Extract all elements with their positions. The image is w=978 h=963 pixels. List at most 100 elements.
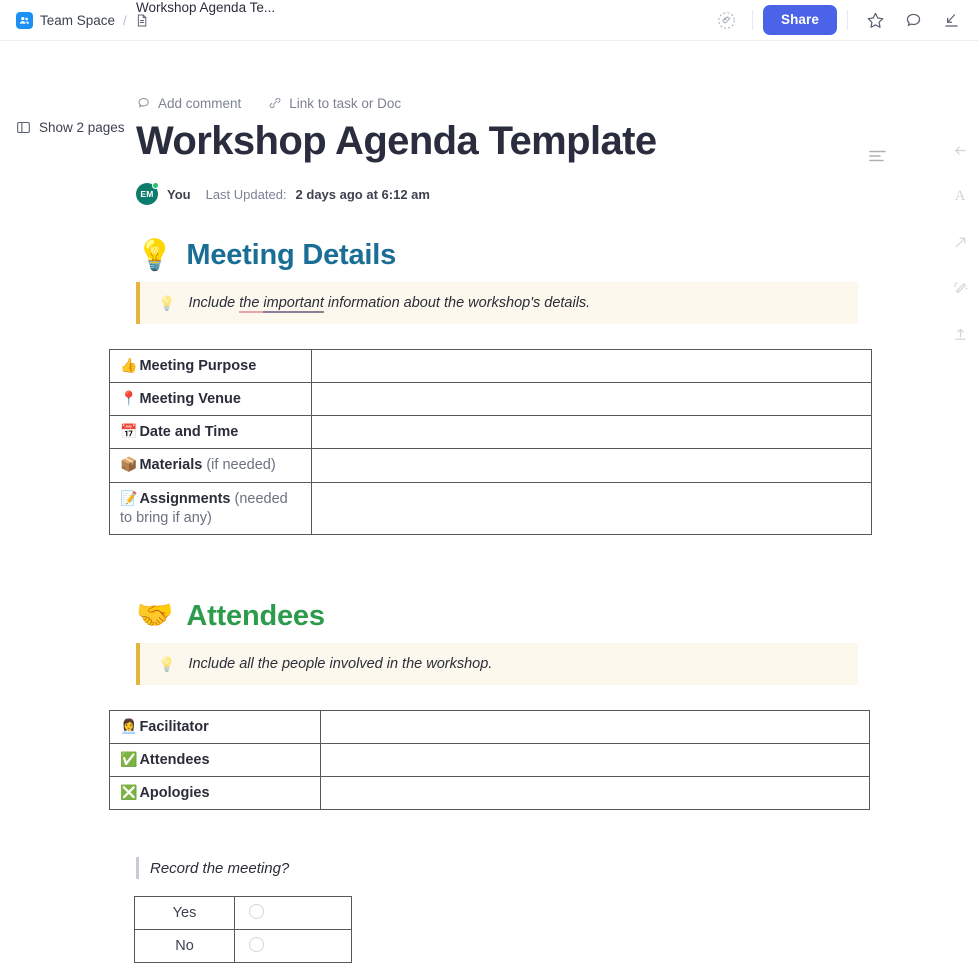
row-key-cell[interactable]: 📍 Meeting Venue xyxy=(109,382,312,417)
row-label: Assignments xyxy=(139,490,231,507)
record-question-label: Record the meeting? xyxy=(150,859,290,877)
row-value-cell[interactable] xyxy=(320,775,870,811)
row-key-cell[interactable]: 👩‍💼 Facilitator xyxy=(109,709,321,744)
add-comment-button[interactable]: Add comment xyxy=(136,96,241,111)
font-size-icon[interactable]: A xyxy=(950,186,970,206)
callout-text-after: information about the workshop's details… xyxy=(323,295,591,311)
radio-button-yes[interactable] xyxy=(249,903,264,919)
document-actions: Add comment Link to task or Doc xyxy=(136,93,876,113)
magic-wand-icon[interactable] xyxy=(950,278,970,298)
row-key-cell[interactable]: 👍 Meeting Purpose xyxy=(109,348,312,384)
section-attendees: 🤝 Attendees 💡 Include all the people inv… xyxy=(109,600,876,811)
row-key-cell[interactable]: ✅ Attendees xyxy=(109,742,321,778)
section-title: Meeting Details xyxy=(186,239,397,271)
callout-underline-pink: the xyxy=(239,295,264,313)
callout-text: Include all the people involved in the w… xyxy=(188,655,493,672)
row-key-cell[interactable]: 📅 Date and Time xyxy=(109,415,312,450)
row-value-cell[interactable] xyxy=(320,742,870,778)
team-space-icon xyxy=(16,11,33,29)
row-value-cell[interactable] xyxy=(311,481,872,535)
table-row[interactable]: ✅ Attendees xyxy=(109,742,870,778)
section-title: Attendees xyxy=(186,599,325,632)
breadcrumb-separator: / xyxy=(123,12,127,28)
right-rail: A xyxy=(942,140,978,344)
quote-bar xyxy=(136,857,139,880)
row-label: Meeting Venue xyxy=(139,391,241,408)
presence-dot xyxy=(152,182,159,189)
comment-bubble-icon[interactable] xyxy=(898,5,928,35)
row-value-cell[interactable] xyxy=(311,348,872,384)
row-label: Apologies xyxy=(139,785,210,801)
callout-attendees: 💡 Include all the people involved in the… xyxy=(136,642,858,685)
light-bulb-emoji: 💡 xyxy=(136,238,174,272)
row-value-cell[interactable] xyxy=(311,448,872,483)
package-emoji: 📦 xyxy=(120,456,138,473)
calendar-emoji: 📅 xyxy=(120,423,138,440)
light-bulb-emoji: 💡 xyxy=(158,655,176,672)
author-label: You xyxy=(167,186,191,202)
table-row[interactable]: ❎ Apologies xyxy=(109,775,870,811)
table-row[interactable]: Yes xyxy=(134,896,352,931)
row-value-cell[interactable] xyxy=(311,382,872,417)
section-heading: 🤝 Attendees xyxy=(136,600,876,633)
row-value-cell[interactable] xyxy=(311,415,872,450)
row-value-cell[interactable] xyxy=(320,709,870,744)
meeting-details-table: 👍 Meeting Purpose 📍 Meeting Venue 📅 Date an… xyxy=(109,348,872,535)
row-label: Attendees xyxy=(139,751,210,768)
section-heading: 💡 Meeting Details xyxy=(136,239,876,272)
table-row[interactable]: 👩‍💼 Facilitator xyxy=(109,709,870,744)
page-title[interactable]: Workshop Agenda Template xyxy=(136,118,876,164)
cross-mark-button-emoji: ❎ xyxy=(120,784,138,800)
record-options-table: Yes No xyxy=(134,896,352,963)
callout-text-before: Include xyxy=(188,295,240,311)
row-key-cell[interactable]: ❎ Apologies xyxy=(109,775,321,811)
option-radio-cell-yes[interactable] xyxy=(234,896,352,931)
option-label-no: No xyxy=(134,929,235,963)
collapse-down-right-icon[interactable] xyxy=(936,5,966,35)
row-label: Date and Time xyxy=(139,424,239,441)
table-row[interactable]: 📦 Materials (if needed) xyxy=(109,448,872,483)
callout-text: Include the important information about … xyxy=(188,295,591,313)
arrow-left-icon[interactable] xyxy=(950,140,970,160)
expand-arrow-icon[interactable] xyxy=(950,232,970,252)
row-label: Materials xyxy=(139,457,203,474)
callout-underline-purple: important xyxy=(263,295,324,313)
link-to-task-button[interactable]: Link to task or Doc xyxy=(267,96,401,111)
radio-button-no[interactable] xyxy=(249,936,264,952)
table-row[interactable]: No xyxy=(134,929,352,963)
table-row[interactable]: 📅 Date and Time xyxy=(109,415,872,450)
option-label-yes: Yes xyxy=(134,896,235,931)
section-meeting-details: 💡 Meeting Details 💡 Include the importan… xyxy=(109,239,876,535)
row-label: Meeting Purpose xyxy=(139,358,257,374)
comment-bubble-icon xyxy=(136,96,151,111)
light-bulb-emoji: 💡 xyxy=(158,295,176,311)
breadcrumb-space-label[interactable]: Team Space xyxy=(40,13,115,28)
pin-emoji: 📍 xyxy=(120,390,138,407)
breadcrumb: Team Space / Workshop Agenda Te... xyxy=(16,0,275,29)
table-row[interactable]: 👍 Meeting Purpose xyxy=(109,348,872,384)
last-updated-value: 2 days ago at 6:12 am xyxy=(295,186,430,202)
avatar[interactable]: EM xyxy=(136,182,159,205)
option-radio-cell-no[interactable] xyxy=(234,929,352,963)
upload-icon[interactable] xyxy=(950,324,970,344)
row-note: (if needed) xyxy=(202,457,276,474)
document-meta: EM You Last Updated: 2 days ago at 6:12 … xyxy=(136,182,876,205)
check-mark-button-emoji: ✅ xyxy=(120,750,138,767)
row-label: Facilitator xyxy=(139,718,209,735)
row-key-cell[interactable]: 📦 Materials (if needed) xyxy=(109,448,312,483)
thumbs-up-emoji: 👍 xyxy=(120,357,138,373)
show-pages-label: Show 2 pages xyxy=(39,120,125,135)
align-left-icon[interactable] xyxy=(868,148,888,164)
memo-emoji: 📝 xyxy=(120,489,138,506)
add-comment-label: Add comment xyxy=(158,95,242,111)
record-question: Record the meeting? xyxy=(136,857,876,880)
table-row[interactable]: 📝 Assignments (needed to bring if any) xyxy=(109,481,872,535)
row-key-cell[interactable]: 📝 Assignments (needed to bring if any) xyxy=(109,481,312,535)
link-icon xyxy=(267,96,282,111)
last-updated-label: Last Updated: xyxy=(205,186,287,202)
side-panel-icon xyxy=(16,120,31,135)
table-row[interactable]: 📍 Meeting Venue xyxy=(109,382,872,417)
link-to-task-label: Link to task or Doc xyxy=(289,95,402,111)
facilitator-emoji: 👩‍💼 xyxy=(120,717,138,734)
show-pages-button[interactable]: Show 2 pages xyxy=(16,120,125,135)
